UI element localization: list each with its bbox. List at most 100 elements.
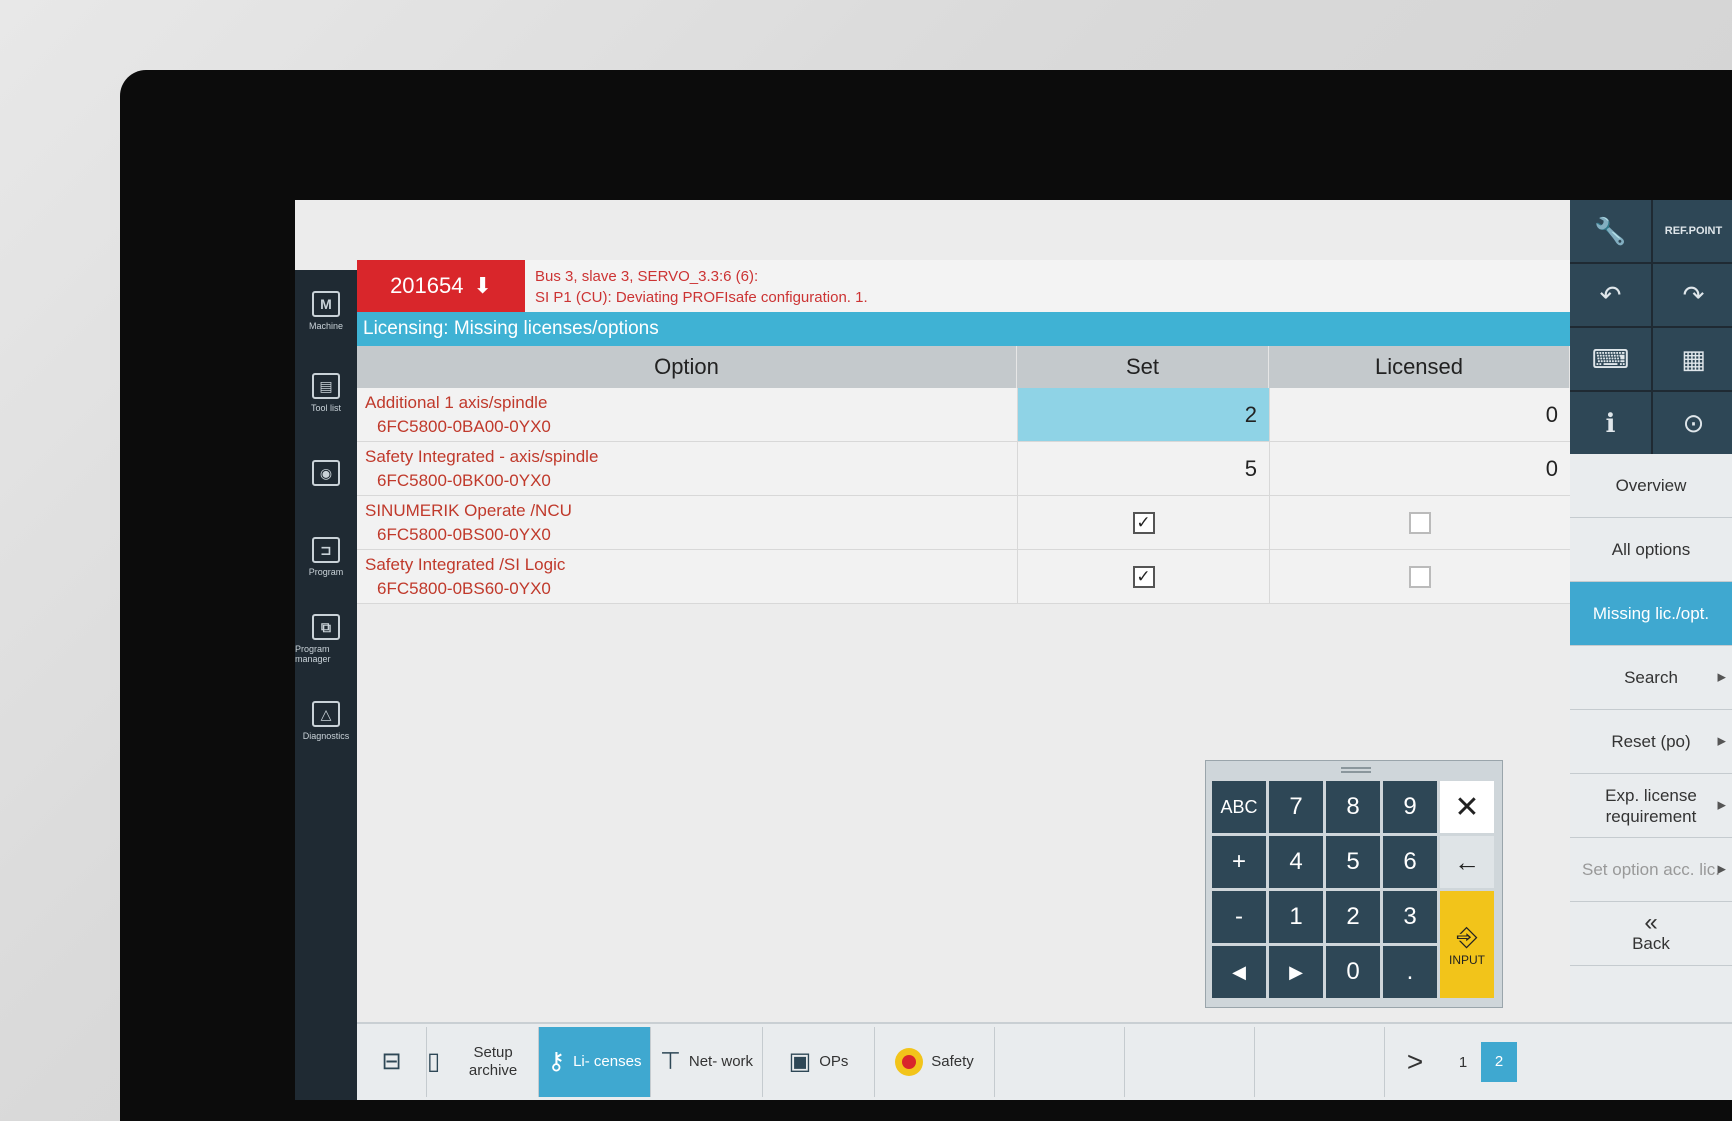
header-option: Option — [357, 346, 1017, 388]
key-9[interactable]: 9 — [1383, 781, 1437, 833]
numeric-keypad: ABC 7 8 9 ✕ + 4 5 6 ← - 1 2 3 ⎆ INPUT ◀ … — [1205, 760, 1503, 1008]
option-code: 6FC5800-0BS60-0YX0 — [377, 579, 551, 598]
set-checkbox-cell: ✓ — [1017, 496, 1269, 549]
header-set: Set — [1017, 346, 1269, 388]
option-name: Additional 1 axis/spindle — [365, 393, 548, 412]
license-table: Option Set Licensed Additional 1 axis/sp… — [357, 346, 1570, 604]
info-icon[interactable]: ℹ — [1570, 392, 1651, 454]
nav-label: Program manager — [295, 644, 331, 664]
licensed-value: 0 — [1269, 388, 1570, 441]
camera-icon[interactable]: ⊙ — [1653, 392, 1732, 454]
key-5[interactable]: 5 — [1326, 836, 1380, 888]
key-icon: ⚷ — [547, 1048, 566, 1075]
bottom-softkey-bar: ⊟ ▯ Setup archive ⚷ Li- censes ⊤ Net- wo… — [357, 1022, 1732, 1100]
panels-icon: ▣ — [788, 1048, 812, 1075]
safety-label: Safety — [931, 1053, 974, 1070]
set-checkbox[interactable]: ✓ — [1132, 565, 1155, 588]
network-button[interactable]: ⊤ Net- work — [651, 1027, 763, 1097]
setup-archive-button[interactable]: ▯ Setup archive — [427, 1027, 539, 1097]
back-label: Back — [1632, 934, 1670, 953]
triangle-right-icon: ▶ — [1717, 863, 1726, 875]
missing-options-button[interactable]: Missing lic./opt. — [1570, 582, 1732, 646]
key-abc[interactable]: ABC — [1212, 781, 1266, 833]
key-2[interactable]: 2 — [1326, 891, 1380, 943]
diagnostics-icon: △ — [312, 701, 340, 727]
redo-icon[interactable]: ↷ — [1653, 264, 1732, 326]
header-licensed: Licensed — [1269, 346, 1570, 388]
table-row[interactable]: Safety Integrated - axis/spindle 6FC5800… — [357, 442, 1570, 496]
option-cell: Additional 1 axis/spindle 6FC5800-0BA00-… — [357, 388, 1017, 441]
option-name: Safety Integrated - axis/spindle — [365, 447, 599, 466]
set-option-button[interactable]: Set option acc. lic. ▶ — [1570, 838, 1732, 902]
alarm-number[interactable]: 201654 ⬇ — [357, 260, 525, 312]
backspace-icon[interactable]: ← — [1440, 836, 1494, 888]
calculator-icon[interactable]: ▦ — [1653, 328, 1732, 390]
left-nav-bar: M Machine ▤ Tool list ◉ ⊐ Program ⧉ Prog… — [295, 270, 357, 1100]
search-button[interactable]: Search ▶ — [1570, 646, 1732, 710]
page-2-button[interactable]: 2 — [1481, 1042, 1517, 1082]
all-options-button[interactable]: All options — [1570, 518, 1732, 582]
key-0[interactable]: 0 — [1326, 946, 1380, 998]
wrench-icon[interactable]: 🔧 — [1570, 200, 1651, 262]
key-decimal[interactable]: . — [1383, 946, 1437, 998]
set-value-field[interactable]: 2 — [1017, 388, 1269, 441]
key-minus[interactable]: - — [1212, 891, 1266, 943]
licensed-value: 0 — [1269, 442, 1570, 495]
nav-diagnostics[interactable]: △ Diagnostics — [295, 680, 357, 762]
keypad-grid: ABC 7 8 9 ✕ + 4 5 6 ← - 1 2 3 ⎆ INPUT ◀ … — [1212, 781, 1496, 998]
key-7[interactable]: 7 — [1269, 781, 1323, 833]
archive-icon: ▯ — [427, 1048, 441, 1075]
double-chevron-left-icon: « — [1644, 909, 1658, 936]
nav-machine[interactable]: M Machine — [295, 270, 357, 352]
table-row[interactable]: Safety Integrated /SI Logic 6FC5800-0BS6… — [357, 550, 1570, 604]
table-row[interactable]: Additional 1 axis/spindle 6FC5800-0BA00-… — [357, 388, 1570, 442]
setup-archive-label: Setup archive — [468, 1044, 518, 1079]
triangle-right-icon: ▶ — [1717, 735, 1726, 747]
nav-tool-list[interactable]: ▤ Tool list — [295, 352, 357, 434]
close-icon[interactable]: ✕ — [1440, 781, 1494, 833]
key-plus[interactable]: + — [1212, 836, 1266, 888]
table-row[interactable]: SINUMERIK Operate /NCU 6FC5800-0BS00-0YX… — [357, 496, 1570, 550]
key-6[interactable]: 6 — [1383, 836, 1437, 888]
licensed-checkbox-cell — [1269, 496, 1570, 549]
nav-program-manager[interactable]: ⧉ Program manager — [295, 598, 357, 680]
input-key[interactable]: ⎆ INPUT — [1440, 891, 1494, 998]
undo-icon[interactable]: ↶ — [1570, 264, 1651, 326]
export-license-button[interactable]: Exp. license requirement ▶ — [1570, 774, 1732, 838]
tool-icon-grid: 🔧 REF.POINT ↶ ↷ ⌨ ▦ ℹ ⊙ — [1570, 200, 1732, 454]
empty-softkey[interactable] — [1255, 1027, 1385, 1097]
licensed-checkbox-cell — [1269, 550, 1570, 603]
cursor-left-icon[interactable]: ◀ — [1212, 946, 1266, 998]
screen-split-button[interactable]: ⊟ — [357, 1027, 427, 1097]
set-value-field[interactable]: 5 — [1017, 442, 1269, 495]
set-checkbox[interactable]: ✓ — [1132, 511, 1155, 534]
drag-handle-icon[interactable] — [1341, 767, 1371, 773]
key-3[interactable]: 3 — [1383, 891, 1437, 943]
empty-softkey[interactable] — [1125, 1027, 1255, 1097]
nav-label: Diagnostics — [302, 731, 350, 741]
cursor-right-icon[interactable]: ▶ — [1269, 946, 1323, 998]
nav-parameter[interactable]: ◉ — [295, 434, 357, 516]
licensed-checkbox — [1409, 565, 1431, 588]
ref-point-icon[interactable]: REF.POINT — [1653, 200, 1732, 262]
right-softkey-bar: 🔧 REF.POINT ↶ ↷ ⌨ ▦ ℹ ⊙ Overview All opt… — [1570, 200, 1732, 1022]
key-1[interactable]: 1 — [1269, 891, 1323, 943]
reset-po-button[interactable]: Reset (po) ▶ — [1570, 710, 1732, 774]
parameter-icon: ◉ — [312, 460, 340, 486]
key-4[interactable]: 4 — [1269, 836, 1323, 888]
safety-button[interactable]: Safety — [875, 1027, 995, 1097]
overview-button[interactable]: Overview — [1570, 454, 1732, 518]
search-label: Search — [1624, 668, 1678, 687]
next-page-icon[interactable]: > — [1385, 1046, 1445, 1078]
page-1-button[interactable]: 1 — [1445, 1054, 1481, 1071]
nav-program[interactable]: ⊐ Program — [295, 516, 357, 598]
back-button[interactable]: « Back — [1570, 902, 1732, 966]
option-cell: Safety Integrated - axis/spindle 6FC5800… — [357, 442, 1017, 495]
empty-softkey[interactable] — [995, 1027, 1125, 1097]
keyboard-icon[interactable]: ⌨ — [1570, 328, 1651, 390]
alarm-number-text: 201654 — [390, 273, 464, 298]
licenses-button[interactable]: ⚷ Li- censes — [539, 1027, 651, 1097]
key-8[interactable]: 8 — [1326, 781, 1380, 833]
alarm-bar[interactable]: 201654 ⬇ Bus 3, slave 3, SERVO_3.3:6 (6)… — [357, 260, 1570, 312]
ops-button[interactable]: ▣ OPs — [763, 1027, 875, 1097]
